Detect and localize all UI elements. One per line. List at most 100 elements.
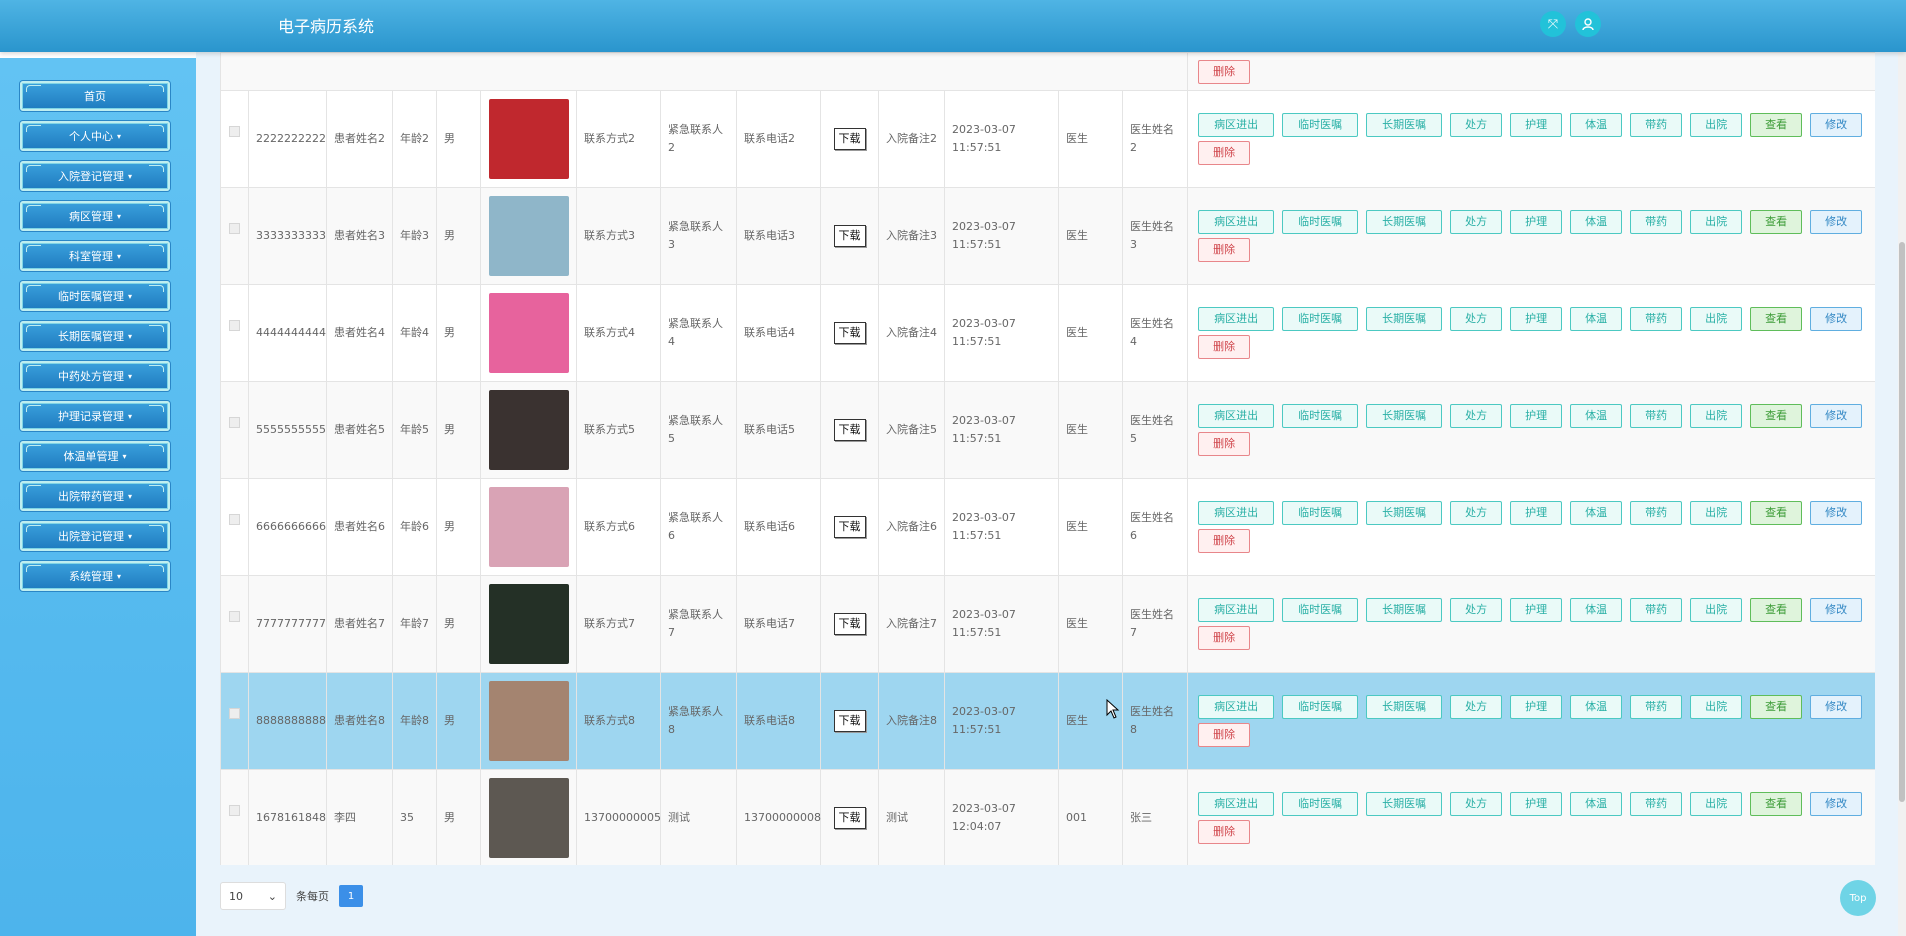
sidebar-item-8[interactable]: 护理记录管理 ▾ bbox=[20, 401, 170, 431]
row-checkbox[interactable] bbox=[229, 416, 240, 428]
delete-button[interactable]: 删除 bbox=[1198, 626, 1251, 650]
edit-button[interactable]: 修改 bbox=[1810, 501, 1863, 525]
download-button[interactable]: 下载 bbox=[833, 128, 866, 150]
download-button[interactable]: 下载 bbox=[833, 419, 866, 441]
table-row[interactable]: 5555555555 患者姓名5 年龄5 男 联系方式5 紧急联系人5 联系电话5 下载 入院备… bbox=[220, 381, 1875, 479]
delete-button[interactable]: 删除 bbox=[1198, 723, 1251, 747]
long-order-button[interactable]: 长期医嘱 bbox=[1366, 113, 1443, 137]
medication-button[interactable]: 带药 bbox=[1630, 113, 1683, 137]
sidebar-item-5[interactable]: 临时医嘱管理 ▾ bbox=[20, 281, 170, 311]
discharge-button[interactable]: 出院 bbox=[1690, 307, 1743, 331]
table-row[interactable]: 7777777777 患者姓名7 年龄7 男 联系方式7 紧急联系人7 联系电话7 下载 入院备… bbox=[220, 575, 1875, 673]
delete-button[interactable]: 删除 bbox=[1198, 59, 1251, 84]
download-button[interactable]: 下载 bbox=[833, 807, 866, 829]
discharge-button[interactable]: 出院 bbox=[1690, 404, 1743, 428]
temperature-button[interactable]: 体温 bbox=[1570, 210, 1623, 234]
discharge-button[interactable]: 出院 bbox=[1690, 598, 1743, 622]
discharge-button[interactable]: 出院 bbox=[1690, 210, 1743, 234]
temp-order-button[interactable]: 临时医嘱 bbox=[1282, 307, 1359, 331]
ward-button[interactable]: 病区进出 bbox=[1198, 404, 1275, 428]
nursing-button[interactable]: 护理 bbox=[1510, 404, 1563, 428]
nursing-button[interactable]: 护理 bbox=[1510, 113, 1563, 137]
medication-button[interactable]: 带药 bbox=[1630, 501, 1683, 525]
medication-button[interactable]: 带药 bbox=[1630, 210, 1683, 234]
view-button[interactable]: 查看 bbox=[1750, 695, 1803, 719]
ward-button[interactable]: 病区进出 bbox=[1198, 501, 1275, 525]
sidebar-item-9[interactable]: 体温单管理 ▾ bbox=[20, 441, 170, 471]
temp-order-button[interactable]: 临时医嘱 bbox=[1282, 113, 1359, 137]
ward-button[interactable]: 病区进出 bbox=[1198, 598, 1275, 622]
long-order-button[interactable]: 长期医嘱 bbox=[1366, 695, 1443, 719]
view-button[interactable]: 查看 bbox=[1750, 792, 1803, 816]
medication-button[interactable]: 带药 bbox=[1630, 695, 1683, 719]
user-button[interactable] bbox=[1575, 11, 1601, 37]
temp-order-button[interactable]: 临时医嘱 bbox=[1282, 404, 1359, 428]
temperature-button[interactable]: 体温 bbox=[1570, 695, 1623, 719]
scroll-top-button[interactable]: Top bbox=[1840, 880, 1876, 916]
long-order-button[interactable]: 长期医嘱 bbox=[1366, 792, 1443, 816]
page-size-select[interactable]: 10 ⌄ bbox=[220, 882, 286, 910]
download-button[interactable]: 下载 bbox=[833, 613, 866, 635]
sidebar-item-7[interactable]: 中药处方管理 ▾ bbox=[20, 361, 170, 391]
ward-button[interactable]: 病区进出 bbox=[1198, 210, 1275, 234]
sidebar-item-10[interactable]: 出院带药管理 ▾ bbox=[20, 481, 170, 511]
nursing-button[interactable]: 护理 bbox=[1510, 792, 1563, 816]
temp-order-button[interactable]: 临时医嘱 bbox=[1282, 501, 1359, 525]
delete-button[interactable]: 删除 bbox=[1198, 432, 1251, 456]
table-row[interactable]: 2222222222 患者姓名2 年龄2 男 联系方式2 紧急联系人2 联系电话2 下载 入院备… bbox=[220, 90, 1875, 188]
delete-button[interactable]: 删除 bbox=[1198, 820, 1251, 844]
prescription-button[interactable]: 处方 bbox=[1450, 210, 1503, 234]
medication-button[interactable]: 带药 bbox=[1630, 792, 1683, 816]
delete-button[interactable]: 删除 bbox=[1198, 529, 1251, 553]
table-row[interactable]: 8888888888 患者姓名8 年龄8 男 联系方式8 紧急联系人8 联系电话8 下载 入院备… bbox=[220, 672, 1875, 770]
row-checkbox[interactable] bbox=[229, 804, 240, 816]
sidebar-item-0[interactable]: 首页 bbox=[20, 81, 170, 111]
table-row[interactable]: 4444444444 患者姓名4 年龄4 男 联系方式4 紧急联系人4 联系电话4 下载 入院备… bbox=[220, 284, 1875, 382]
long-order-button[interactable]: 长期医嘱 bbox=[1366, 501, 1443, 525]
delete-button[interactable]: 删除 bbox=[1198, 335, 1251, 359]
scrollbar-thumb[interactable] bbox=[1899, 242, 1905, 802]
ward-button[interactable]: 病区进出 bbox=[1198, 113, 1275, 137]
edit-button[interactable]: 修改 bbox=[1810, 307, 1863, 331]
temperature-button[interactable]: 体温 bbox=[1570, 307, 1623, 331]
ward-button[interactable]: 病区进出 bbox=[1198, 307, 1275, 331]
temperature-button[interactable]: 体温 bbox=[1570, 404, 1623, 428]
view-button[interactable]: 查看 bbox=[1750, 113, 1803, 137]
long-order-button[interactable]: 长期医嘱 bbox=[1366, 307, 1443, 331]
long-order-button[interactable]: 长期医嘱 bbox=[1366, 598, 1443, 622]
temperature-button[interactable]: 体温 bbox=[1570, 113, 1623, 137]
sidebar-item-12[interactable]: 系统管理 ▾ bbox=[20, 561, 170, 591]
nursing-button[interactable]: 护理 bbox=[1510, 501, 1563, 525]
view-button[interactable]: 查看 bbox=[1750, 501, 1803, 525]
row-checkbox[interactable] bbox=[229, 610, 240, 622]
sidebar-item-11[interactable]: 出院登记管理 ▾ bbox=[20, 521, 170, 551]
prescription-button[interactable]: 处方 bbox=[1450, 792, 1503, 816]
sidebar-item-2[interactable]: 入院登记管理 ▾ bbox=[20, 161, 170, 191]
table-row[interactable]: 6666666666 患者姓名6 年龄6 男 联系方式6 紧急联系人6 联系电话6 下载 入院备… bbox=[220, 478, 1875, 576]
row-checkbox[interactable] bbox=[229, 125, 240, 137]
temperature-button[interactable]: 体温 bbox=[1570, 501, 1623, 525]
temp-order-button[interactable]: 临时医嘱 bbox=[1282, 695, 1359, 719]
medication-button[interactable]: 带药 bbox=[1630, 307, 1683, 331]
fullscreen-button[interactable]: ⤧ bbox=[1540, 11, 1566, 37]
view-button[interactable]: 查看 bbox=[1750, 598, 1803, 622]
prescription-button[interactable]: 处方 bbox=[1450, 307, 1503, 331]
long-order-button[interactable]: 长期医嘱 bbox=[1366, 404, 1443, 428]
medication-button[interactable]: 带药 bbox=[1630, 404, 1683, 428]
sidebar-item-3[interactable]: 病区管理 ▾ bbox=[20, 201, 170, 231]
sidebar-item-6[interactable]: 长期医嘱管理 ▾ bbox=[20, 321, 170, 351]
discharge-button[interactable]: 出院 bbox=[1690, 695, 1743, 719]
view-button[interactable]: 查看 bbox=[1750, 404, 1803, 428]
view-button[interactable]: 查看 bbox=[1750, 307, 1803, 331]
patient-table-container[interactable]: 删除 2222222222 患者姓名2 年龄2 男联系方式2 紧急联系人2 联系电话2 下载… bbox=[220, 52, 1875, 865]
nursing-button[interactable]: 护理 bbox=[1510, 210, 1563, 234]
download-button[interactable]: 下载 bbox=[833, 516, 866, 538]
table-row[interactable]: 1678161848 李四 35 男 13700000005 测试 13700000008 下… bbox=[220, 769, 1875, 865]
sidebar-item-4[interactable]: 科室管理 ▾ bbox=[20, 241, 170, 271]
medication-button[interactable]: 带药 bbox=[1630, 598, 1683, 622]
discharge-button[interactable]: 出院 bbox=[1690, 501, 1743, 525]
edit-button[interactable]: 修改 bbox=[1810, 598, 1863, 622]
temperature-button[interactable]: 体温 bbox=[1570, 598, 1623, 622]
temp-order-button[interactable]: 临时医嘱 bbox=[1282, 792, 1359, 816]
prescription-button[interactable]: 处方 bbox=[1450, 598, 1503, 622]
